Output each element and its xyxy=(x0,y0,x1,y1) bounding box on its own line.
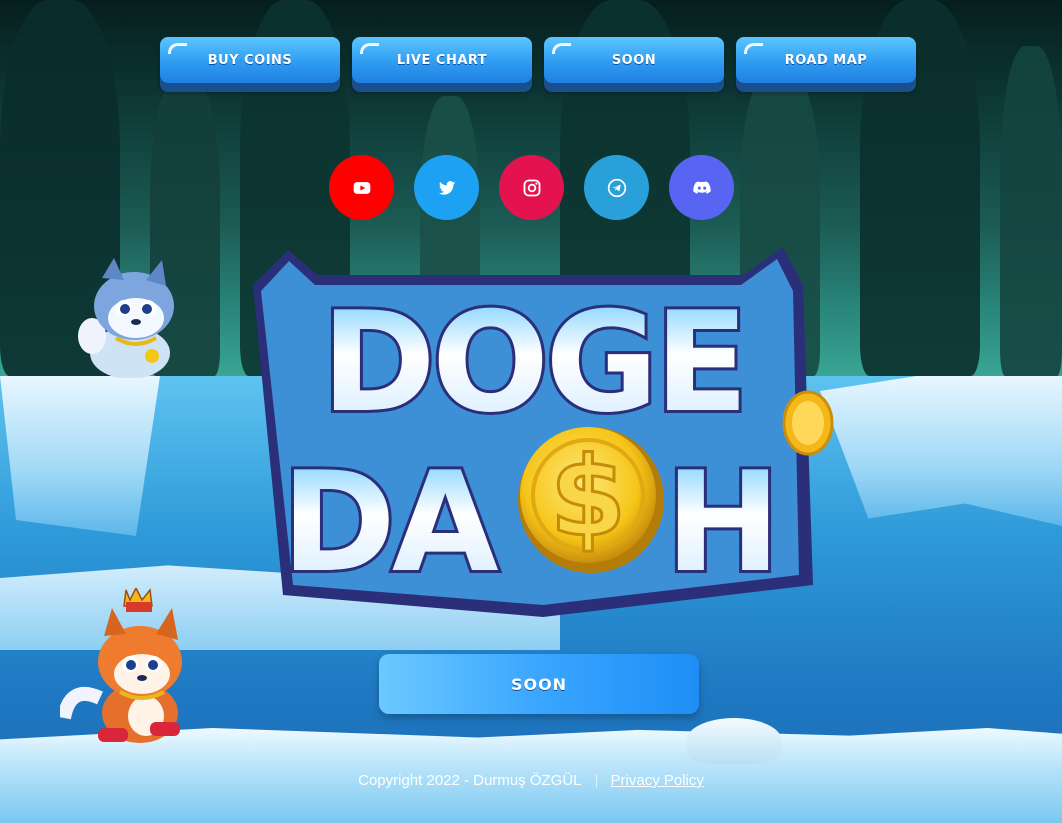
king-doge-character xyxy=(60,588,182,743)
telegram-icon xyxy=(607,178,626,197)
discord-link[interactable] xyxy=(669,155,734,220)
soon-nav-button[interactable]: SOON xyxy=(544,37,724,83)
social-links xyxy=(329,155,734,220)
soon-main-button[interactable]: SOON xyxy=(379,654,699,714)
road-map-button[interactable]: ROAD MAP xyxy=(736,37,916,83)
buy-coins-button[interactable]: BUY COINS xyxy=(160,37,340,83)
live-chart-button[interactable]: LIVE CHART xyxy=(352,37,532,83)
instagram-icon xyxy=(523,179,540,196)
snow-leopard-doge-character xyxy=(78,258,174,378)
logo-h-text: H xyxy=(665,442,781,603)
floating-coin-icon xyxy=(782,390,834,456)
iceberg-left xyxy=(0,376,160,536)
telegram-link[interactable] xyxy=(584,155,649,220)
footer: Copyright 2022 - Durmuş ÖZGÜL Privacy Pol… xyxy=(0,772,1062,789)
coin-dollar-sign: $ xyxy=(550,433,627,561)
footer-divider xyxy=(595,774,597,789)
youtube-link[interactable] xyxy=(329,155,394,220)
discord-icon xyxy=(692,180,711,194)
twitter-icon xyxy=(438,180,455,195)
soon-nav-label: SOON xyxy=(611,52,657,68)
snow-rock xyxy=(686,718,782,764)
logo-da-text: DA xyxy=(281,442,499,603)
instagram-link[interactable] xyxy=(499,155,564,220)
buy-coins-label: BUY COINS xyxy=(207,52,293,68)
twitter-link[interactable] xyxy=(414,155,479,220)
soon-main-label: SOON xyxy=(510,674,568,694)
top-nav: BUY COINS LIVE CHART SOON ROAD MAP xyxy=(160,37,916,83)
dollar-coin-icon: $ xyxy=(518,427,664,573)
road-map-label: ROAD MAP xyxy=(784,52,868,68)
live-chart-label: LIVE CHART xyxy=(396,52,488,68)
logo-doge-text: DOGE xyxy=(321,282,744,443)
copyright-text: Copyright 2022 - Durmuş ÖZGÜL xyxy=(358,772,582,789)
youtube-icon xyxy=(353,181,370,194)
privacy-policy-link[interactable]: Privacy Policy xyxy=(611,772,704,789)
doge-dash-logo: DOGE DA H $ xyxy=(253,247,813,617)
